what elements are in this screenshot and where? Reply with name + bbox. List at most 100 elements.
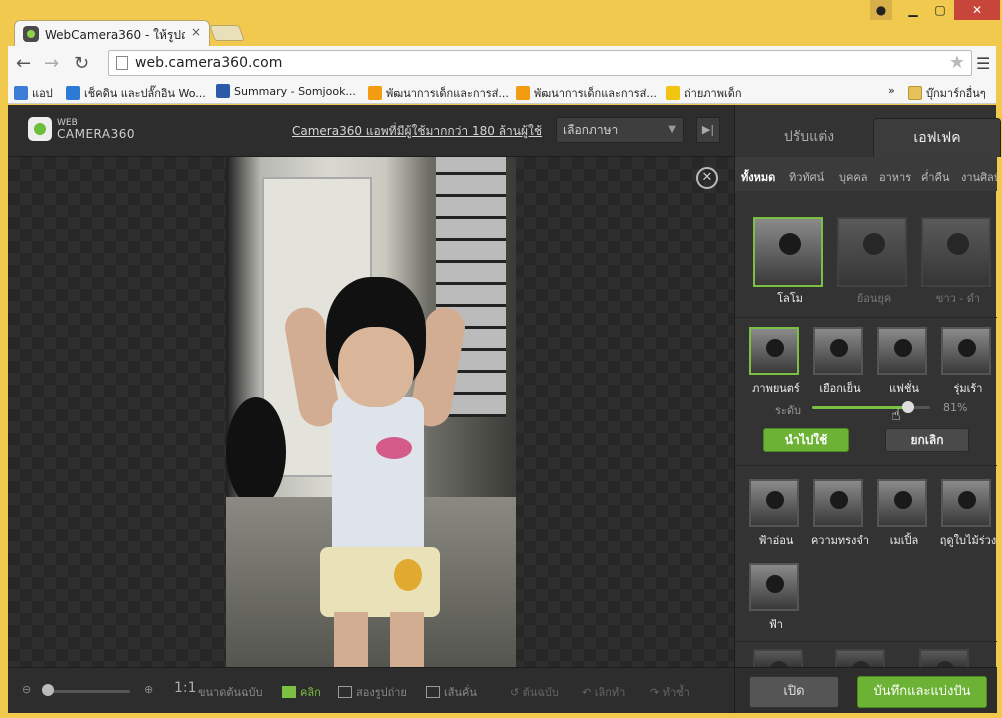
new-tab-button[interactable] [209,25,245,41]
filter-thumb[interactable] [877,479,927,527]
divider [735,317,997,318]
filter-thumb[interactable] [941,327,991,375]
close-photo-icon[interactable]: ✕ [696,167,718,189]
browser-toolbar: ← → ↻ web.camera360.com ★ ☰ [8,46,996,80]
filter-label: ขาว - ดำ [935,292,981,305]
back-arrow-icon[interactable]: ← [16,53,31,74]
filter-thumb[interactable] [813,327,863,375]
bookmark-item[interactable]: Summary - Somjook... [216,84,356,98]
other-bookmarks-label: บุ๊กมาร์กอื่นๆ [926,87,986,100]
divider [735,641,997,642]
category-0[interactable]: ทั้งหมด [741,168,775,186]
browser-tab[interactable]: WebCamera360 - ให้รูปถ่าย × [14,20,210,46]
cancel-button[interactable]: ยกเลิก [885,428,969,452]
forward-arrow-icon[interactable]: → [44,53,59,74]
zoom-ratio[interactable]: 1:1 [174,680,197,696]
category-3[interactable]: อาหาร [879,168,911,186]
bookmark-item[interactable]: ถ่ายภาพเด็ก [666,84,742,102]
filter-thumb[interactable] [749,327,799,375]
language-select[interactable]: เลือกภาษา ▼ [556,117,684,143]
bookmark-label: เช็คดิน และปลั๊กอิน Wo... [84,87,206,100]
click-view-button[interactable]: คลิก [282,683,321,701]
line-view-button[interactable]: เส้นคั่น [426,683,477,701]
bookmark-label: พัฒนาการเด็กและการส่... [534,87,657,100]
app-logo-text: WEB CAMERA360 [57,118,135,142]
save-share-button[interactable]: บันทึกและแบ่งปัน [857,676,987,708]
category-1[interactable]: ทิวทัศน์ [789,168,824,186]
filter-thumb[interactable] [749,479,799,527]
zoom-slider-handle[interactable] [42,684,54,696]
filter-label: ความทรงจำ [810,534,870,547]
address-bar[interactable]: web.camera360.com ★ [108,50,972,76]
category-5[interactable]: งานศิลป์ [961,168,997,186]
edited-photo [226,157,516,667]
undo-icon: ↶ [582,686,595,699]
level-label: ระดับ [775,404,801,417]
zoom-slider[interactable] [44,690,130,693]
bookmarks-bar: » บุ๊กมาร์กอื่นๆ แอป เช็คดิน และปลั๊กอิน … [8,80,996,104]
bookmark-favicon-icon [216,84,230,98]
filter-thumb[interactable] [753,217,823,287]
bookmark-item[interactable]: พัฒนาการเด็กและการส่... [516,84,657,102]
level-value: 81% [943,401,968,414]
apply-button[interactable]: นำไปใช้ [763,428,849,452]
hand-cursor-icon: ☝ [891,405,901,424]
category-4[interactable]: ค่ำคืน [921,168,949,186]
intensity-slider-handle[interactable] [901,401,914,413]
filter-thumb-partial[interactable] [835,649,885,679]
zoom-out-icon[interactable]: ⊖ [22,683,31,696]
folder-icon [908,86,922,100]
open-button[interactable]: เปิด [749,676,839,708]
filter-thumb[interactable] [749,563,799,611]
category-2[interactable]: บุคคล [839,168,867,186]
minimize-button[interactable]: ▁ [900,0,926,20]
logo-big: CAMERA360 [57,127,135,141]
filter-label: แฟชั่น [889,382,919,395]
filter-label: ฟ้าอ่อน [758,534,794,547]
filter-thumb[interactable] [941,479,991,527]
revert-button[interactable]: ↺ ต้นฉบับ [510,683,559,701]
compare-view-button[interactable]: สองรูปถ่าย [338,683,407,701]
filter-thumb[interactable] [921,217,991,287]
camera360-app: WEB CAMERA360 Camera360 แอพที่มีผู้ใช้มา… [8,105,1001,713]
bookmark-item[interactable]: พัฒนาการเด็กและการส่... [368,84,509,102]
redo-icon: ↷ [650,686,663,699]
tab-close-icon[interactable]: × [191,25,201,39]
close-window-button[interactable]: ✕ [954,0,1000,20]
user-icon[interactable]: ● [870,0,892,20]
filter-thumb-partial[interactable] [919,649,969,679]
split-icon [338,686,352,698]
undo-button[interactable]: ↶ เลิกทำ [582,683,625,701]
bookmark-item[interactable]: เช็คดิน และปลั๊กอิน Wo... [66,84,206,102]
intensity-slider[interactable] [812,401,930,413]
click-view-label: คลิก [300,686,321,699]
redo-button[interactable]: ↷ ทำซ้ำ [650,683,690,701]
url-text: web.camera360.com [135,55,283,71]
filter-thumb[interactable] [877,327,927,375]
promo-link[interactable]: Camera360 แอพที่มีผู้ใช้มากกว่า 180 ล้าน… [292,122,542,141]
bookmark-label: Summary - Somjook... [234,85,356,98]
other-bookmarks[interactable]: บุ๊กมาร์กอื่นๆ [908,84,986,102]
filter-label: โลโม [777,292,803,305]
filter-label: เยือกเย็น [819,382,861,395]
bookmark-item[interactable]: แอป [14,84,53,102]
menu-icon[interactable]: ☰ [976,54,990,73]
bookmark-label: แอป [32,87,53,100]
filter-thumb[interactable] [813,479,863,527]
maximize-button[interactable]: ▢ [926,0,954,20]
bookmarks-more[interactable]: » [888,84,895,97]
tab-adjust[interactable]: ปรับแต่ง [745,118,873,157]
bookmark-favicon-icon [666,86,680,100]
filter-thumb-partial[interactable] [753,649,803,679]
tab-effects[interactable]: เอฟเฟค [873,118,1001,157]
bookmark-label: ถ่ายภาพเด็ก [684,87,742,100]
original-size-button[interactable]: ขนาดต้นฉบับ [198,683,262,701]
filter-thumb[interactable] [837,217,907,287]
collapse-panel-button[interactable]: ▶| [696,117,720,143]
filter-label: ฤดูใบไม้ร่วง [939,534,997,547]
photo-tire [226,397,286,507]
reload-icon[interactable]: ↻ [74,53,89,74]
eye-icon [282,686,296,698]
star-icon[interactable]: ★ [949,52,965,73]
zoom-in-icon[interactable]: ⊕ [144,683,153,696]
